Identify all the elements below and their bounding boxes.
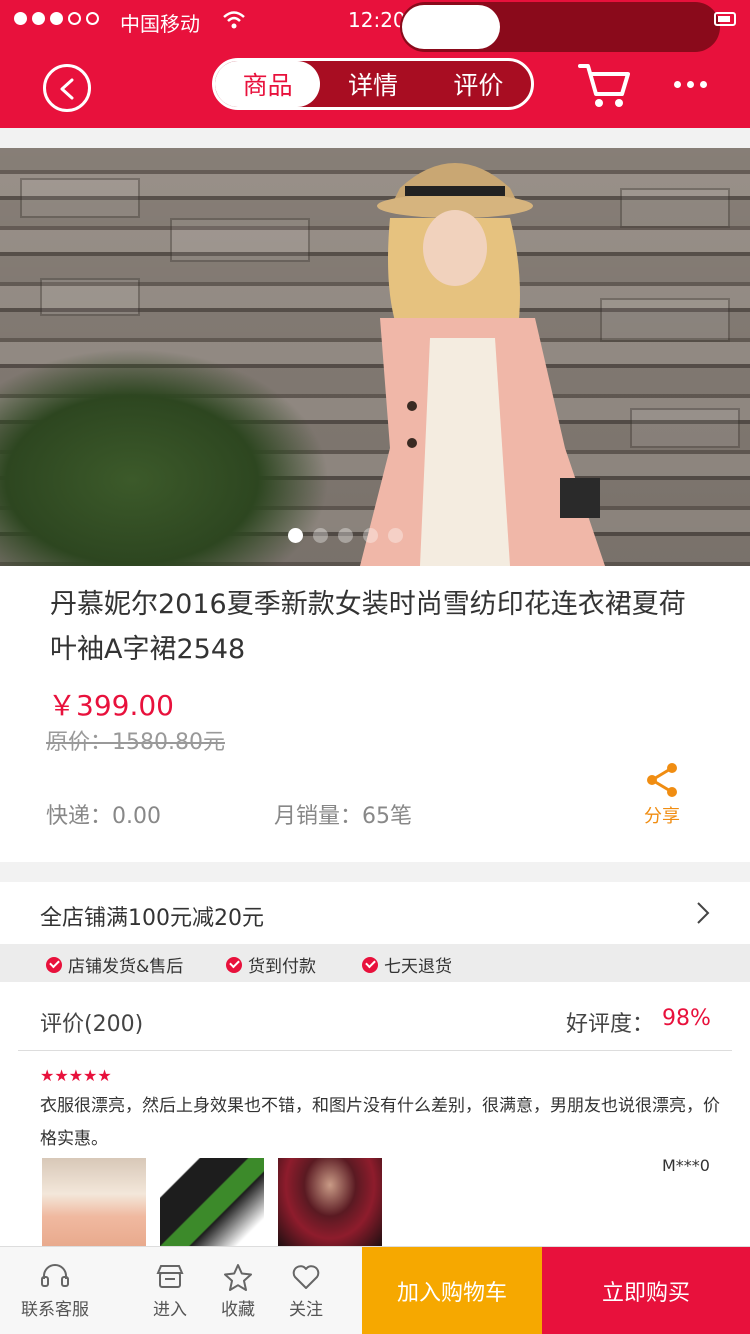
carousel-dot[interactable] bbox=[363, 528, 378, 543]
shipping-fee: 快递：0.00 bbox=[46, 804, 161, 829]
buy-now-button[interactable]: 立即购买 bbox=[542, 1247, 750, 1334]
carrier-name: 中国移动 bbox=[120, 12, 200, 36]
promotion-text: 全店铺满100元减20元 bbox=[40, 906, 264, 931]
carousel-dot[interactable] bbox=[388, 528, 403, 543]
model-photo bbox=[360, 163, 605, 566]
tab-reviews[interactable]: 评价 bbox=[426, 61, 531, 107]
reviews-section: 评价(200) 好评度： 98% ★★★★★ 衣服很漂亮，然后上身效果也不错，和… bbox=[0, 982, 750, 1248]
guarantee-label: 七天退货 bbox=[384, 957, 452, 977]
tab-details[interactable]: 详情 bbox=[320, 61, 425, 107]
status-time: 12:20 bbox=[348, 8, 406, 32]
back-button[interactable] bbox=[43, 64, 91, 112]
star-rating: ★★★★★ bbox=[40, 1066, 112, 1085]
check-icon bbox=[46, 956, 62, 973]
rose-bush-image bbox=[0, 348, 330, 566]
check-icon bbox=[226, 956, 242, 973]
product-info-section: 丹慕妮尔2016夏季新款女装时尚雪纺印花连衣裙夏荷叶袖A字裙2548 ￥399.… bbox=[0, 566, 750, 862]
customer-service-label: 联系客服 bbox=[21, 1299, 89, 1320]
carousel-dot[interactable] bbox=[338, 528, 353, 543]
divider bbox=[18, 1050, 732, 1051]
guarantee-label: 店铺发货&售后 bbox=[68, 957, 184, 977]
monthly-sales: 月销量：65笔 bbox=[274, 804, 412, 829]
reviews-title[interactable]: 评价(200) bbox=[40, 1006, 143, 1038]
wifi-icon bbox=[223, 11, 245, 29]
store-promotion-row[interactable]: 全店铺满100元减20元 bbox=[0, 882, 750, 944]
check-icon bbox=[362, 956, 378, 973]
battery-icon bbox=[714, 12, 736, 26]
follow-button[interactable]: 关注 bbox=[276, 1247, 336, 1334]
rating-value: 98% bbox=[662, 1006, 711, 1031]
chevron-right-icon bbox=[697, 902, 710, 924]
review-photo[interactable] bbox=[160, 1158, 264, 1248]
top-header: 中国移动 12:20 商品 详情 评价 bbox=[0, 0, 750, 128]
headset-icon bbox=[41, 1263, 69, 1287]
favorite-label: 收藏 bbox=[221, 1299, 255, 1320]
rating-label: 好评度： bbox=[566, 1012, 655, 1037]
more-options-icon[interactable] bbox=[674, 74, 710, 94]
enter-store-label: 进入 bbox=[153, 1299, 187, 1320]
carousel-dot[interactable] bbox=[288, 528, 303, 543]
star-icon bbox=[224, 1263, 252, 1291]
reviewer-name: M***0 bbox=[662, 1156, 710, 1175]
product-title: 丹慕妮尔2016夏季新款女装时尚雪纺印花连衣裙夏荷叶袖A字裙2548 bbox=[50, 589, 686, 665]
carousel-dot[interactable] bbox=[313, 528, 328, 543]
service-guarantees: 店铺发货&售后 货到付款 七天退货 bbox=[0, 944, 750, 982]
bottom-action-bar: 联系客服 进入 收藏 关注 加入购物车 立即购买 bbox=[0, 1246, 750, 1334]
store-icon bbox=[156, 1264, 184, 1288]
chevron-left-icon bbox=[60, 78, 74, 100]
signal-strength-icon bbox=[14, 12, 99, 25]
review-photo[interactable] bbox=[278, 1158, 382, 1248]
share-icon[interactable] bbox=[644, 762, 680, 798]
review-text: 衣服很漂亮，然后上身效果也不错，和图片没有什么差别，很满意，男朋友也说很漂亮，价… bbox=[40, 1096, 720, 1149]
follow-label: 关注 bbox=[289, 1299, 323, 1320]
customer-service-button[interactable]: 联系客服 bbox=[10, 1247, 100, 1334]
guarantee-item: 货到付款 bbox=[226, 952, 316, 977]
product-image-carousel[interactable] bbox=[0, 148, 750, 566]
share-button[interactable]: 分享 bbox=[644, 802, 680, 828]
call-indicator-pill bbox=[400, 2, 720, 52]
review-photo[interactable] bbox=[42, 1158, 146, 1248]
product-price: ￥399.00 bbox=[48, 689, 174, 722]
tab-product[interactable]: 商品 bbox=[215, 61, 321, 107]
original-price: 原价：1580.80元 bbox=[46, 730, 225, 755]
tab-switcher: 商品 详情 评价 bbox=[212, 58, 534, 110]
heart-icon bbox=[292, 1264, 320, 1289]
guarantee-label: 货到付款 bbox=[248, 957, 316, 977]
favorite-button[interactable]: 收藏 bbox=[210, 1247, 266, 1334]
carousel-indicators bbox=[288, 528, 403, 543]
enter-store-button[interactable]: 进入 bbox=[140, 1247, 200, 1334]
guarantee-item: 七天退货 bbox=[362, 952, 452, 977]
shopping-cart-icon[interactable] bbox=[578, 60, 632, 110]
add-to-cart-button[interactable]: 加入购物车 bbox=[362, 1247, 542, 1334]
guarantee-item: 店铺发货&售后 bbox=[46, 952, 183, 977]
